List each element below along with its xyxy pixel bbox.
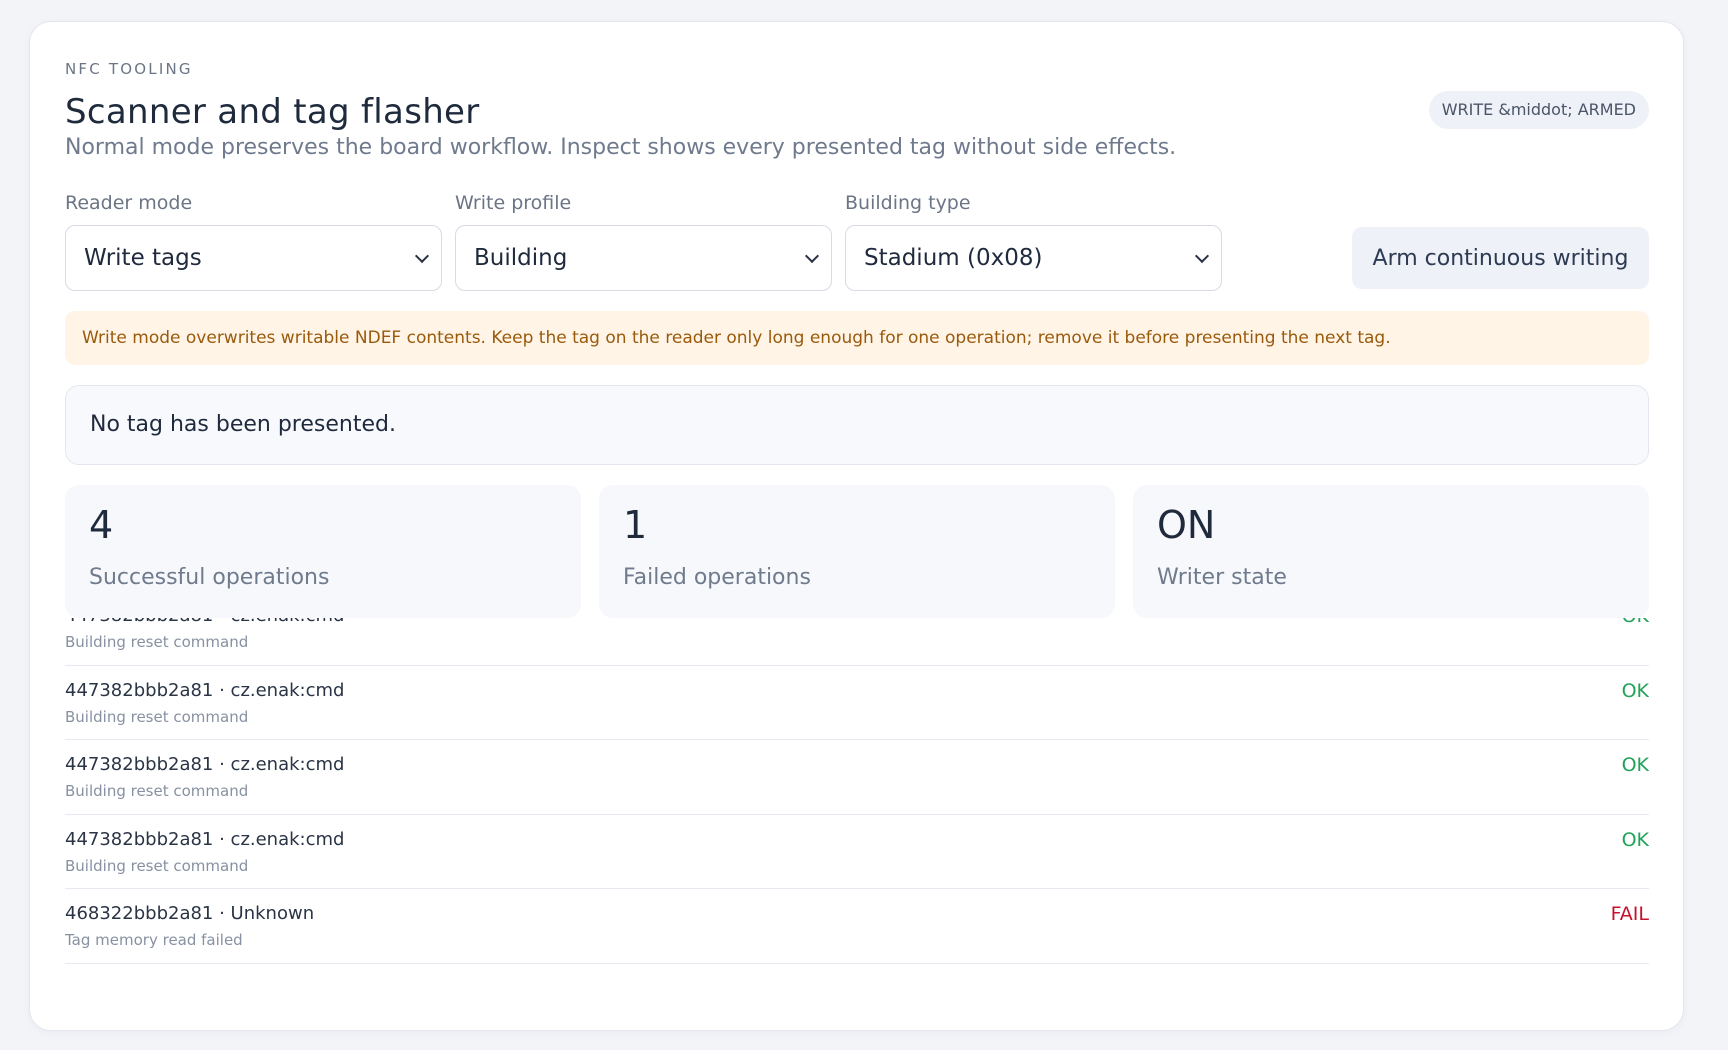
log-row: 468322bbb2a81 · Unknown Tag memory read …	[65, 889, 1649, 964]
building-type-label: Building type	[845, 192, 971, 214]
log-row: 447382bbb2a81 · cz.enak:cmd Building res…	[65, 666, 1649, 740]
arm-continuous-writing-button[interactable]: Arm continuous writing	[1352, 227, 1649, 289]
write-mode-warning: Write mode overwrites writable NDEF cont…	[65, 311, 1649, 365]
write-profile-select[interactable]: Building	[455, 225, 832, 291]
log-row-title: 447382bbb2a81 · cz.enak:cmd	[65, 754, 345, 775]
log-row-result: OK	[1621, 679, 1649, 702]
log-row-title: 447382bbb2a81 · cz.enak:cmd	[65, 828, 345, 850]
building-type-select[interactable]: Stadium (0x08)	[845, 225, 1222, 291]
nfc-tooling-card: NFC TOOLING Scanner and tag flasher Norm…	[29, 21, 1684, 1031]
status-badge: WRITE &middot; ARMED	[1428, 91, 1649, 129]
tag-status-panel: No tag has been presented.	[65, 385, 1649, 465]
operation-log[interactable]: 447382bbb2a81 · cz.enak:cmd Building res…	[65, 618, 1649, 998]
chevron-down-icon	[414, 248, 430, 264]
log-row-detail: Building reset command	[65, 633, 249, 651]
log-row-detail: Building reset command	[65, 707, 249, 726]
chevron-down-icon	[804, 248, 820, 264]
log-row: 447382bbb2a81 · cz.enak:cmd Building res…	[65, 618, 1649, 666]
write-profile-label: Write profile	[455, 192, 572, 214]
log-row-title: 468322bbb2a81 · Unknown	[65, 903, 315, 924]
log-row-detail: Tag memory read failed	[65, 931, 243, 949]
stat-label: Successful operations	[89, 565, 330, 590]
stat-value: ON	[1157, 503, 1216, 547]
reader-mode-label: Reader mode	[65, 192, 193, 214]
log-row-result: FAIL	[1610, 903, 1649, 925]
write-profile-value: Building	[474, 245, 568, 271]
log-row-title: 447382bbb2a81 · cz.enak:cmd	[65, 679, 345, 701]
page-subtitle: Normal mode preserves the board workflow…	[65, 135, 1177, 160]
log-row: 447382bbb2a81 · cz.enak:cmd Building res…	[65, 815, 1649, 889]
log-row-title: 447382bbb2a81 · cz.enak:cmd	[65, 618, 344, 626]
operation-log-list: 447382bbb2a81 · cz.enak:cmd Building res…	[65, 618, 1649, 964]
stat-successful: 4 Successful operations	[65, 485, 581, 618]
stat-value: 4	[89, 503, 114, 547]
stat-value: 1	[623, 503, 648, 547]
log-row: 447382bbb2a81 · cz.enak:cmd Building res…	[65, 740, 1649, 815]
stat-failed: 1 Failed operations	[599, 485, 1115, 618]
section-eyebrow: NFC TOOLING	[65, 60, 193, 78]
stat-label: Failed operations	[623, 565, 811, 590]
stat-label: Writer state	[1157, 565, 1287, 590]
reader-mode-value: Write tags	[84, 245, 202, 271]
page-title: Scanner and tag flasher	[65, 92, 480, 132]
log-row-detail: Building reset command	[65, 782, 249, 800]
log-row-result: OK	[1621, 828, 1649, 851]
reader-mode-select[interactable]: Write tags	[65, 225, 442, 291]
building-type-value: Stadium (0x08)	[864, 245, 1043, 271]
log-row-detail: Building reset command	[65, 856, 249, 875]
chevron-down-icon	[1194, 248, 1210, 264]
log-row-result: OK	[1621, 754, 1649, 776]
stat-writer-state: ON Writer state	[1133, 485, 1649, 618]
log-row-result: OK	[1622, 618, 1649, 627]
